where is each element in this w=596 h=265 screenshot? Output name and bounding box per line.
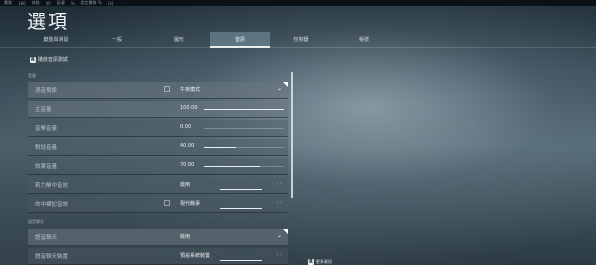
- page-title: 選項: [27, 11, 70, 33]
- status-item: %: [70, 0, 75, 6]
- row-label: 對話音量: [35, 145, 58, 151]
- row-label: 莉力擊中音效: [35, 183, 69, 189]
- tab-keyboard-mouse[interactable]: 鍵盤與滑鼠: [34, 32, 78, 46]
- status-item: 180: [18, 0, 26, 6]
- section-header-volume: 音量: [28, 73, 36, 78]
- slider-track[interactable]: [204, 166, 284, 167]
- system-status-bar: 畫質 180 效能 40 延遲 % 設定畫質 % (3): [0, 0, 596, 6]
- row-value: 啟用: [180, 182, 191, 188]
- selector-indicator: [220, 189, 262, 190]
- status-item: 設定畫質 %: [80, 0, 102, 5]
- mix-preset-dropdown[interactable]: 混音預設 午夜模式 ⌄: [28, 82, 288, 99]
- row-label: 語音聊天: [35, 235, 58, 241]
- effects-volume-slider[interactable]: 效果音量 70.00: [28, 158, 288, 175]
- left-right-arrows-icon[interactable]: ‹ ›: [276, 200, 282, 206]
- selector-indicator: [220, 208, 262, 209]
- tab-controller[interactable]: 控制器: [284, 32, 318, 46]
- selector-indicator: [220, 260, 262, 261]
- slider-fill: [204, 166, 260, 167]
- more-info-hint[interactable]: R 更多資訊: [308, 259, 332, 265]
- key-r-icon: R: [30, 56, 36, 63]
- voice-chat-dropdown[interactable]: 語音聊天 啟用 ⌄: [28, 229, 288, 246]
- row-value: 預設系統裝置: [180, 253, 211, 259]
- slider-fill: [204, 109, 284, 110]
- row-value: 現代戰爭: [180, 201, 201, 207]
- row-value: 午夜模式: [180, 87, 201, 93]
- info-square-icon: [164, 86, 170, 92]
- row-value: 啟用: [180, 234, 191, 240]
- row-value: 100.00: [180, 105, 198, 111]
- hit-sound-selector[interactable]: 莉力擊中音效 啟用 ‹ ›: [28, 177, 288, 194]
- corner-marker-icon: [283, 229, 288, 234]
- row-value: 70.00: [180, 162, 195, 168]
- slider-fill: [204, 147, 236, 148]
- key-r-icon: R: [308, 259, 314, 265]
- tab-graphics[interactable]: 圖形: [162, 32, 196, 46]
- chevron-down-icon: ⌄: [276, 232, 282, 239]
- play-audio-test-button[interactable]: R 播放音訊測試: [30, 56, 68, 63]
- master-volume-slider[interactable]: 主音量 100.00: [28, 101, 288, 118]
- play-audio-test-label: 播放音訊測試: [37, 57, 68, 63]
- section-header-voice-chat: 語音聊天: [28, 219, 44, 224]
- row-value: 0.00: [180, 124, 192, 130]
- settings-tab-bar: 鍵盤與滑鼠 一般 圖形 音訊 控制器 帳號: [0, 32, 596, 48]
- slider-track[interactable]: [204, 109, 284, 110]
- music-volume-slider[interactable]: 音樂音量 0.00: [28, 120, 288, 137]
- tab-account[interactable]: 帳號: [347, 32, 381, 46]
- scrollbar[interactable]: [291, 72, 293, 198]
- row-label: 效果音量: [35, 164, 58, 170]
- dialogue-volume-slider[interactable]: 對話音量 40.00: [28, 139, 288, 156]
- row-label: 音樂音量: [35, 126, 58, 132]
- row-label: 主音量: [35, 107, 52, 113]
- slider-track[interactable]: [204, 128, 284, 129]
- status-item: 效能: [31, 0, 40, 5]
- row-label: 語音聊天裝置: [35, 254, 69, 260]
- more-info-label: 更多資訊: [315, 259, 332, 264]
- left-right-arrows-icon[interactable]: ‹ ›: [276, 181, 282, 187]
- status-item: 畫質: [4, 0, 12, 5]
- status-item: (3): [107, 0, 114, 6]
- left-right-arrows-icon[interactable]: ‹ ›: [276, 252, 282, 258]
- row-label: 混音預設: [35, 88, 58, 94]
- status-item: 延遲: [56, 0, 65, 5]
- row-value: 40.00: [180, 143, 195, 149]
- corner-marker-icon: [283, 82, 288, 87]
- info-square-icon: [164, 200, 170, 206]
- hitmarker-sound-selector[interactable]: 命中標記音效 現代戰爭 ‹ ›: [28, 196, 288, 213]
- tab-audio[interactable]: 音訊: [210, 32, 270, 48]
- tab-general[interactable]: 一般: [100, 32, 134, 46]
- chevron-down-icon: ⌄: [276, 85, 282, 92]
- status-item: 40: [45, 0, 51, 6]
- row-label: 命中標記音效: [35, 202, 69, 208]
- voice-chat-device-selector[interactable]: 語音聊天裝置 預設系統裝置 ‹ ›: [28, 248, 288, 265]
- slider-track[interactable]: [204, 147, 284, 148]
